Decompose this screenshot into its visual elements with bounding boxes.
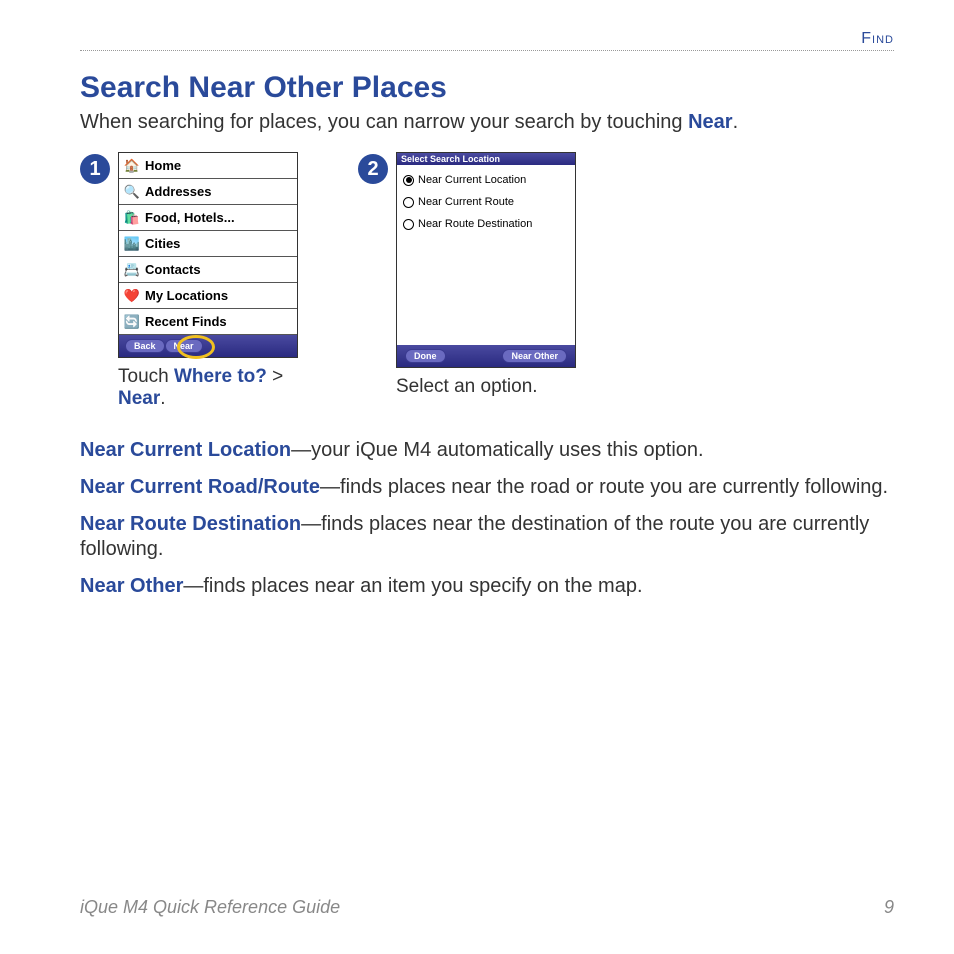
food-icon: 🛍️ [123,209,141,227]
back-button[interactable]: Back [125,339,165,353]
radio-list: Near Current Location Near Current Route… [397,165,575,345]
step-badge-1: 1 [80,154,110,184]
menu-label: Addresses [145,184,211,199]
radio-icon [403,197,414,208]
menu-item-contacts[interactable]: 📇 Contacts [119,257,297,283]
menu-label: Food, Hotels... [145,210,235,225]
step2-caption: Select an option. [396,376,576,398]
intro-text: When searching for places, you can narro… [80,111,894,134]
step-1: 1 🏠 Home 🔍 Addresses 🛍️ Food, Hotels... … [80,152,298,410]
divider [80,50,894,51]
menu-label: Contacts [145,262,201,277]
bottom-bar: Done Near Other [397,345,575,367]
near-link: Near [688,111,732,133]
menu-item-recent[interactable]: 🔄 Recent Finds [119,309,297,335]
near-link-caption: Near [118,388,160,409]
definitions: Near Current Location—your iQue M4 autom… [80,438,894,599]
menu-item-addresses[interactable]: 🔍 Addresses [119,179,297,205]
step-2: 2 Select Search Location Near Current Lo… [358,152,576,410]
device-select-location: Select Search Location Near Current Loca… [396,152,576,368]
def-near-other: Near Other—finds places near an item you… [80,574,894,599]
menu-item-home[interactable]: 🏠 Home [119,153,297,179]
radio-label: Near Current Location [418,174,526,186]
home-icon: 🏠 [123,157,141,175]
radio-near-current-route[interactable]: Near Current Route [403,191,569,213]
menu-item-my-locations[interactable]: ❤️ My Locations [119,283,297,309]
done-button[interactable]: Done [405,349,446,363]
def-near-route-destination: Near Route Destination—finds places near… [80,512,894,562]
menu-label: Cities [145,236,180,251]
footer-title: iQue M4 Quick Reference Guide [80,897,340,918]
page-footer: iQue M4 Quick Reference Guide 9 [80,897,894,918]
device-where-to-menu: 🏠 Home 🔍 Addresses 🛍️ Food, Hotels... 🏙️… [118,152,298,358]
radio-label: Near Route Destination [418,218,532,230]
near-button[interactable]: Near [165,339,203,353]
contacts-icon: 📇 [123,261,141,279]
page-number: 9 [884,897,894,918]
radio-near-current-location[interactable]: Near Current Location [403,169,569,191]
menu-label: Recent Finds [145,314,227,329]
recent-icon: 🔄 [123,313,141,331]
def-near-current-road: Near Current Road/Route—finds places nea… [80,475,894,500]
where-to-link: Where to? [174,366,267,387]
search-icon: 🔍 [123,183,141,201]
section-header: Find [80,30,894,48]
radio-icon [403,175,414,186]
page-title: Search Near Other Places [80,71,894,105]
def-near-current-location: Near Current Location—your iQue M4 autom… [80,438,894,463]
menu-item-cities[interactable]: 🏙️ Cities [119,231,297,257]
menu-label: Home [145,158,181,173]
step-badge-2: 2 [358,154,388,184]
cities-icon: 🏙️ [123,235,141,253]
near-other-button[interactable]: Near Other [502,349,567,363]
step1-caption: Touch Where to? > Near. [118,366,298,410]
title-bar: Select Search Location [397,153,575,165]
radio-label: Near Current Route [418,196,514,208]
bottom-bar: Back Near [119,335,297,357]
menu-label: My Locations [145,288,228,303]
radio-icon [403,219,414,230]
heart-icon: ❤️ [123,287,141,305]
menu-item-food[interactable]: 🛍️ Food, Hotels... [119,205,297,231]
radio-near-route-destination[interactable]: Near Route Destination [403,213,569,235]
